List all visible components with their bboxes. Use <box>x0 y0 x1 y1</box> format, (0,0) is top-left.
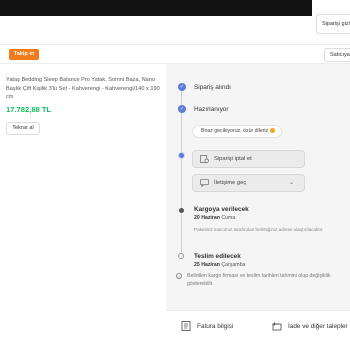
info-text: Belirtilen kargo firması ve teslim tarih… <box>187 273 331 287</box>
step-order-received: Sipariş alındı <box>194 84 231 91</box>
returns-label: İade ve diğer talepler <box>288 323 348 330</box>
chevron-down-icon: ⌄ <box>288 180 294 186</box>
invoice-icon <box>181 321 191 331</box>
current-step-dot <box>178 152 185 159</box>
check-icon: ✓ <box>178 105 186 113</box>
emoji-icon <box>270 127 276 133</box>
product-panel: Yataş Bedding Sleep Balance Pro Yatak, S… <box>0 64 166 350</box>
deliver-date: 25 Haziran Çarşamba <box>194 262 245 268</box>
step-ship: Kargoya verilecek <box>194 206 249 213</box>
product-name[interactable]: Yataş Bedding Sleep Balance Pro Yatak, S… <box>6 76 160 102</box>
follow-button[interactable]: Takip et <box>9 49 39 60</box>
step-preparing: Hazırlanıyor <box>194 106 229 113</box>
order-actions-row: Fatura bilgisi İade ve diğer talepler <box>166 310 350 350</box>
step-deliver: Teslim edilecek <box>194 253 241 260</box>
top-dark-strip <box>0 0 312 16</box>
deliver-date-weekday: Çarşamba <box>221 262 246 268</box>
invoice-label: Fatura bilgisi <box>197 323 234 330</box>
receipt-cancel-icon <box>200 155 209 163</box>
hide-order-button[interactable]: Siparişi gizle <box>316 14 350 34</box>
contact-label: İletişime geç <box>214 180 247 186</box>
step-dot <box>178 253 184 259</box>
ship-date: 20 Haziran Cuma <box>194 215 235 221</box>
ship-note: Paketiniz satıcımız tarafından belirttiğ… <box>194 227 324 232</box>
contact-button[interactable]: İletişime geç ⌄ <box>192 174 305 192</box>
deliver-date-day: 25 Haziran <box>194 262 220 268</box>
order-status-panel: ✓ Sipariş alındı ✓ Hazırlanıyor Biraz ge… <box>166 64 350 310</box>
seller-row: Takip et Satıcıya sor <box>0 44 350 64</box>
timeline-line <box>181 88 182 258</box>
info-icon: i <box>176 273 182 279</box>
delay-message: Biraz gecikiyoruz, özür dileriz <box>192 125 282 138</box>
ship-date-day: 20 Haziran <box>194 215 220 221</box>
step-dot <box>179 208 184 213</box>
return-box-icon <box>272 322 282 331</box>
ship-date-weekday: Cuma <box>221 215 236 221</box>
ask-seller-button[interactable]: Satıcıya sor <box>324 48 350 62</box>
cancel-order-button[interactable]: Siparişi iptal et <box>192 150 305 168</box>
cancel-order-label: Siparişi iptal et <box>214 156 252 162</box>
chat-icon <box>200 179 209 187</box>
top-bar: Siparişi gizle <box>0 0 350 34</box>
delay-message-text: Biraz gecikiyoruz, özür dileriz <box>201 128 269 134</box>
product-price: 17.782,68 TL <box>6 105 52 114</box>
buy-again-button[interactable]: Tekrar al <box>6 122 40 135</box>
check-icon: ✓ <box>178 83 186 91</box>
